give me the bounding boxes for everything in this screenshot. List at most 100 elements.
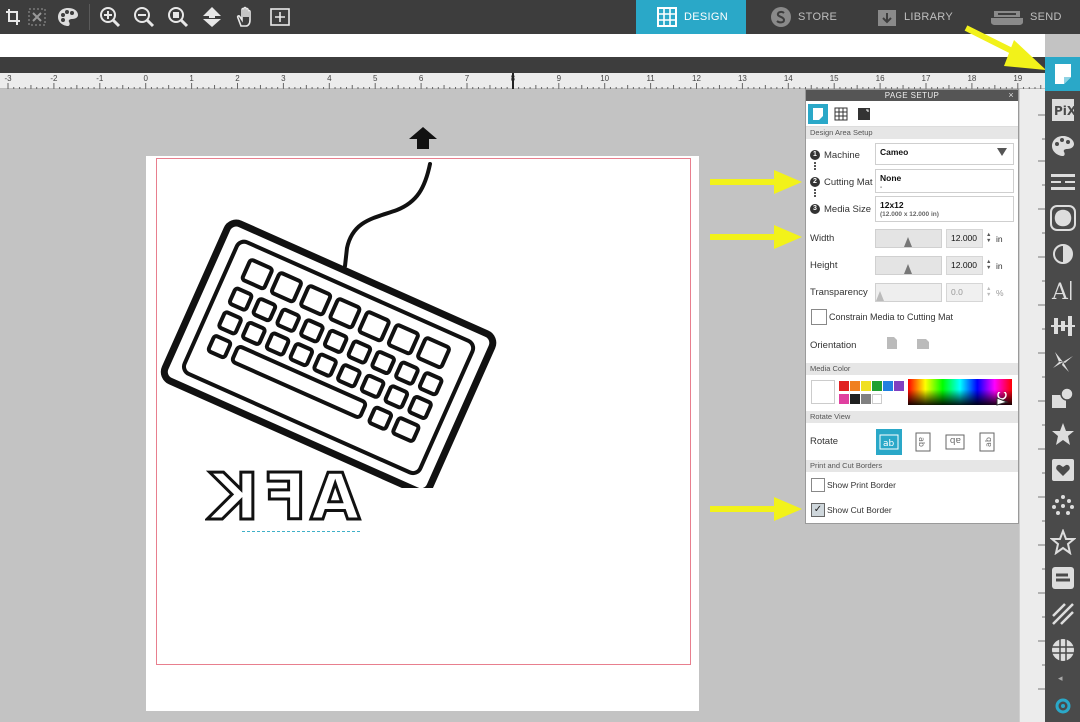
ruler-label: 10 xyxy=(600,74,609,83)
portrait-orientation-icon[interactable] xyxy=(886,336,898,353)
sketch-icon[interactable] xyxy=(1045,489,1080,523)
tab-grid[interactable] xyxy=(831,104,851,124)
rotate-270-glyph: ab xyxy=(984,437,993,447)
tab-library-label: LIBRARY xyxy=(904,11,953,23)
color-swatch[interactable] xyxy=(850,394,860,404)
ungroup-icon[interactable] xyxy=(24,4,50,30)
cutting-mat-select[interactable]: None - xyxy=(875,169,1014,193)
send-cog-icon[interactable] xyxy=(1045,691,1080,721)
move-down-icon[interactable] xyxy=(199,4,225,30)
height-label: Height xyxy=(810,260,838,271)
annotation-arrow-cutting-mat xyxy=(710,170,802,194)
page-up-arrow-icon[interactable] xyxy=(408,126,438,150)
media-size-select[interactable]: 12x12 (12.000 x 12.000 in) xyxy=(875,196,1014,222)
ruler-ticks: -3-2-1012345678910111213141516171819 xyxy=(4,73,1042,89)
annotation-arrow-width xyxy=(710,225,802,249)
crop-icon[interactable] xyxy=(0,4,26,30)
height-input[interactable]: 12.000 xyxy=(946,256,983,275)
vertical-ruler xyxy=(1019,89,1046,722)
library-star-icon[interactable] xyxy=(1045,525,1080,559)
top-toolbar: DESIGN STORE LIBRARY SEND xyxy=(0,0,1080,34)
zoom-in-icon[interactable] xyxy=(97,4,123,30)
show-cut-border-checkbox[interactable]: ✓ xyxy=(811,503,825,517)
fill-icon[interactable] xyxy=(1045,129,1080,163)
palette-icon[interactable] xyxy=(55,4,81,30)
rotate-180-button[interactable]: ab xyxy=(942,429,968,455)
constrain-media-checkbox[interactable] xyxy=(811,309,827,325)
slider-thumb-icon xyxy=(904,237,912,247)
align-icon[interactable] xyxy=(1045,309,1080,343)
ruler-label: 7 xyxy=(465,74,470,83)
pixscan-icon[interactable]: PiX xyxy=(1045,93,1080,127)
pattern-icon[interactable] xyxy=(1045,597,1080,631)
current-media-color[interactable] xyxy=(811,380,835,404)
options-bar xyxy=(0,34,1045,57)
section-design-area-setup: Design Area Setup xyxy=(806,127,1018,139)
rotate-270-button[interactable]: ab xyxy=(974,429,1000,455)
transparency-spinner[interactable]: ▲ ▼ xyxy=(986,286,991,298)
width-unit: in xyxy=(996,234,1003,244)
panel-titlebar: PAGE SETUP × xyxy=(806,90,1018,101)
color-swatch[interactable] xyxy=(861,381,871,391)
tab-design[interactable]: DESIGN xyxy=(636,0,746,34)
zoom-fit-icon[interactable] xyxy=(165,4,191,30)
tab-background[interactable] xyxy=(854,104,874,124)
text-style-icon[interactable]: A xyxy=(1045,273,1080,307)
color-swatch[interactable] xyxy=(850,381,860,391)
replicate-icon[interactable] xyxy=(1045,345,1080,379)
trace-icon[interactable] xyxy=(1045,237,1080,271)
machine-select[interactable]: Cameo xyxy=(875,143,1014,165)
color-swatch[interactable] xyxy=(839,381,849,391)
offset-icon[interactable] xyxy=(1045,201,1080,235)
rotate-0-button[interactable]: ab xyxy=(876,429,902,455)
width-spinner[interactable]: ▲ ▼ xyxy=(986,232,991,244)
pan-hand-icon[interactable] xyxy=(233,4,259,30)
slider-thumb-icon xyxy=(904,264,912,274)
panel-close-button[interactable]: × xyxy=(1008,90,1014,101)
page-setup-icon[interactable] xyxy=(1045,57,1080,91)
transform-icon[interactable] xyxy=(1045,417,1080,451)
height-spinner[interactable]: ▲ ▼ xyxy=(986,259,991,271)
line-style-icon[interactable] xyxy=(1045,165,1080,199)
rotate-90-button[interactable]: ab xyxy=(910,429,936,455)
width-label: Width xyxy=(810,233,835,244)
height-slider[interactable] xyxy=(875,256,942,275)
slider-thumb-icon xyxy=(876,291,884,301)
color-swatch[interactable] xyxy=(872,381,882,391)
width-slider[interactable] xyxy=(875,229,942,248)
tab-store[interactable]: STORE xyxy=(770,0,870,34)
toolbar-divider xyxy=(89,4,90,30)
ruler-label: 12 xyxy=(692,74,701,83)
step-2-badge: 2 xyxy=(810,177,820,187)
color-swatch[interactable] xyxy=(839,394,849,404)
panel-title: PAGE SETUP xyxy=(884,91,940,100)
design-store-icon[interactable] xyxy=(1045,453,1080,487)
landscape-orientation-icon[interactable] xyxy=(916,338,930,353)
color-swatch[interactable] xyxy=(894,381,904,391)
media-size-sub: (12.000 x 12.000 in) xyxy=(880,211,939,218)
width-input[interactable]: 12.000 xyxy=(946,229,983,248)
ruler-label: 14 xyxy=(784,74,793,83)
show-print-border-checkbox[interactable] xyxy=(811,478,825,492)
transparency-slider[interactable] xyxy=(875,283,942,302)
ruler-label: 2 xyxy=(235,74,240,83)
tab-library[interactable]: LIBRARY xyxy=(876,0,976,34)
machine-label: Machine xyxy=(824,150,860,161)
zoom-out-icon[interactable] xyxy=(131,4,157,30)
afk-text[interactable]: AFK xyxy=(204,460,362,537)
section-print-cut-borders: Print and Cut Borders xyxy=(806,460,1018,472)
transparency-input[interactable]: 0.0 xyxy=(946,283,983,302)
color-swatch[interactable] xyxy=(883,381,893,391)
image-effects-icon[interactable] xyxy=(1045,561,1080,595)
show-print-border-label: Show Print Border xyxy=(827,480,896,490)
sidebar-scroll-left-icon[interactable]: ◂ xyxy=(1058,673,1063,684)
machine-select-value: Cameo xyxy=(880,147,909,157)
layers-icon[interactable] xyxy=(1045,633,1080,667)
keyboard-artwork[interactable] xyxy=(155,158,515,488)
color-swatch[interactable] xyxy=(861,394,871,404)
step-1-badge: 1 xyxy=(810,150,820,160)
tab-page-setup[interactable] xyxy=(808,104,828,124)
color-swatch[interactable] xyxy=(872,394,882,404)
modify-icon[interactable] xyxy=(1045,381,1080,415)
fit-page-icon[interactable] xyxy=(267,4,293,30)
